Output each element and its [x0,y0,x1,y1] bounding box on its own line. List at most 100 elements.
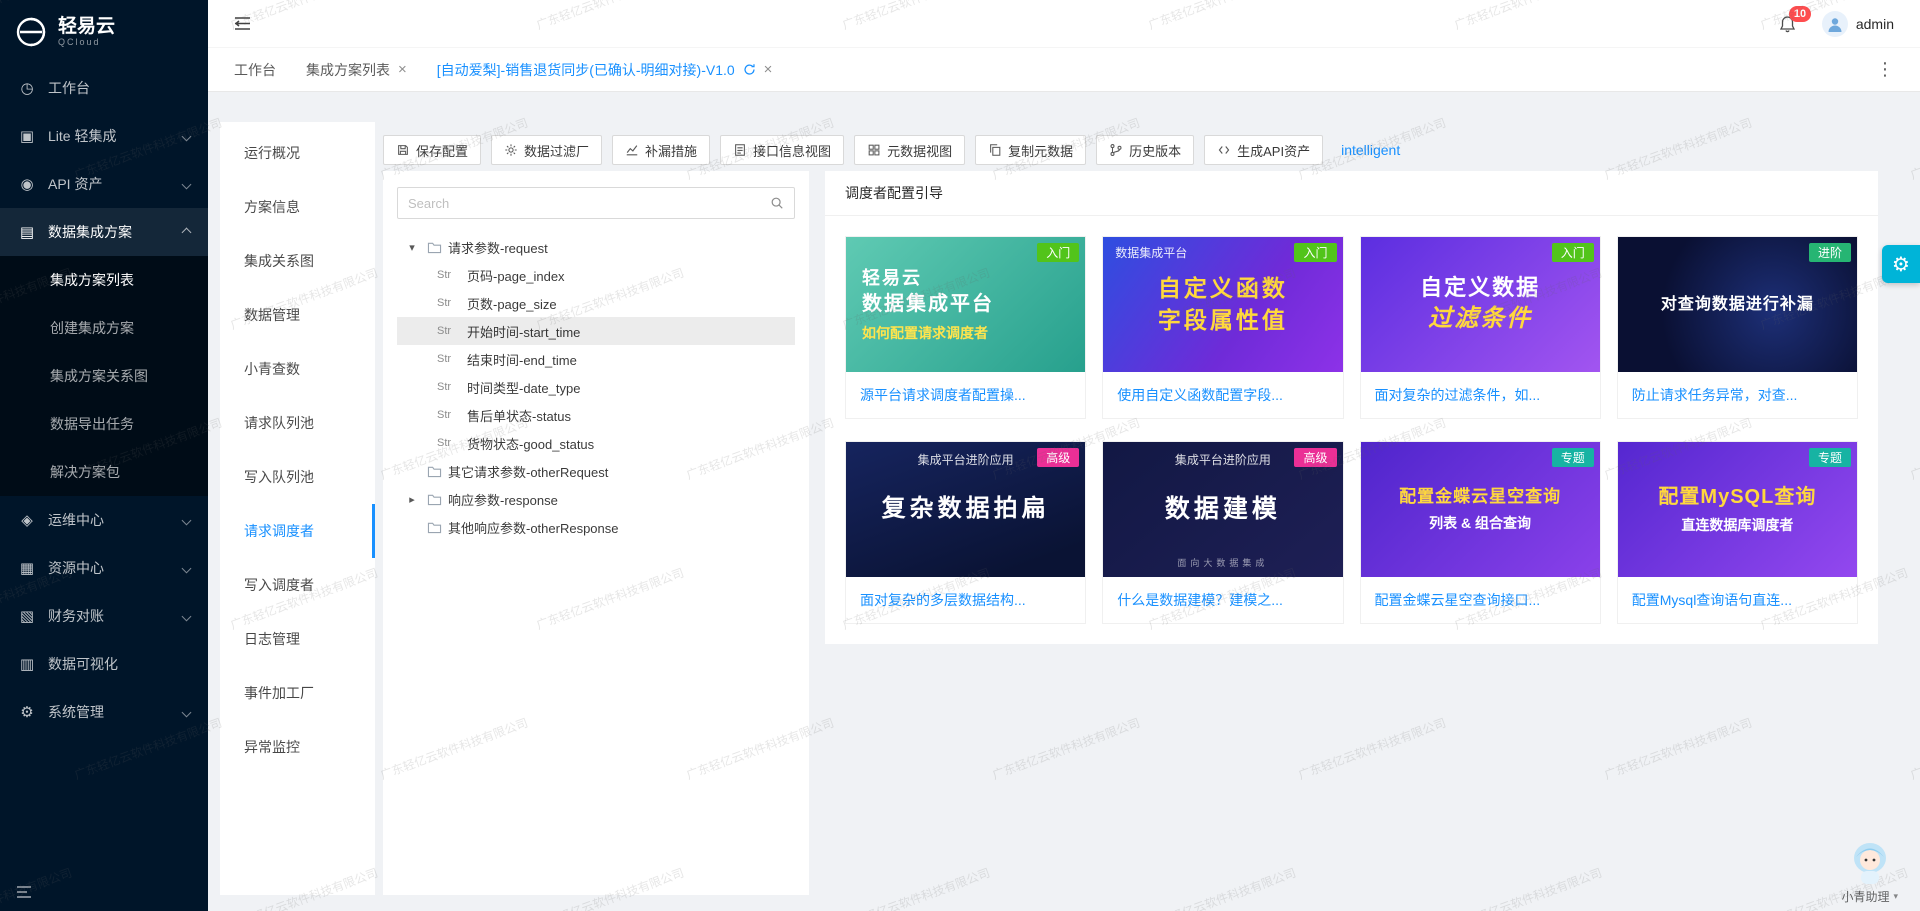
resource-icon: ▦ [18,559,36,577]
toolbar: 保存配置 数据过滤厂 补漏措施 接口信息视图 [383,135,1878,165]
brand-logo-area[interactable]: 轻易云 QCloud [0,0,208,64]
subnav-item-exception-monitor[interactable]: 异常监控 [220,720,375,774]
guide-card[interactable]: 高级 集成平台进阶应用 复杂数据拍扁 面对复杂的多层数据结构... [845,441,1086,624]
tab-scheme-list[interactable]: 集成方案列表 × [306,60,407,80]
subnav-item-event-factory[interactable]: 事件加工厂 [220,666,375,720]
subnav-item-request-queue[interactable]: 请求队列池 [220,396,375,450]
tab-current-scheme[interactable]: [自动爱梨]-销售退货同步(已确认-明细对接)-V1.0 × [437,60,773,80]
subnav-item-request-scheduler[interactable]: 请求调度者 [220,504,375,558]
guide-card[interactable]: 进阶 对查询数据进行补漏 防止请求任务异常，对查... [1617,236,1858,419]
interface-info-view-button[interactable]: 接口信息视图 [720,135,844,165]
sidebar-item-label: Lite 轻集成 [48,126,116,146]
api-icon: ◉ [18,175,36,193]
card-title-link[interactable]: 源平台请求调度者配置操... [846,372,1085,418]
tree-node-end-time[interactable]: Str 结束时间-end_time [397,345,795,373]
card-title-link[interactable]: 什么是数据建模？建模之... [1103,577,1342,623]
close-icon[interactable]: × [398,62,407,77]
guide-card[interactable]: 专题 配置MySQL查询 直连数据库调度者 配置Mysql查询语句直连... [1617,441,1858,624]
sidebar-subitem-solution-pack[interactable]: 解决方案包 [0,448,208,496]
tree-node-request-params[interactable]: ▾ 请求参数-request [397,233,795,261]
card-title-link[interactable]: 配置Mysql查询语句直连... [1618,577,1857,623]
sidebar-subitem-data-export-task[interactable]: 数据导出任务 [0,400,208,448]
refresh-icon[interactable] [743,63,756,76]
workspace: 保存配置 数据过滤厂 补漏措施 接口信息视图 [383,122,1878,895]
guide-card[interactable]: 专题 配置金蝶云星空查询 列表 & 组合查询 配置金蝶云星空查询接口... [1360,441,1601,624]
tree-node-label: 页数-page_size [467,294,557,313]
sidebar-item-resource-center[interactable]: ▦ 资源中心 [0,544,208,592]
more-menu-icon[interactable]: ⋮ [1876,59,1894,80]
sidebar-item-system-management[interactable]: ⚙ 系统管理 [0,688,208,736]
leak-fix-button[interactable]: 补漏措施 [612,135,710,165]
sidebar-item-label: 运维中心 [48,510,104,530]
tree-expand-icon[interactable]: ▾ [403,241,421,254]
subnav-item-write-scheduler[interactable]: 写入调度者 [220,558,375,612]
subnav-label: 日志管理 [244,629,300,649]
subnav-item-data-management[interactable]: 数据管理 [220,288,375,342]
history-version-button[interactable]: 历史版本 [1096,135,1194,165]
tree-node-page-size[interactable]: Str 页数-page_size [397,289,795,317]
tree-node-other-response[interactable]: 其他响应参数-otherResponse [397,513,795,541]
metadata-view-button[interactable]: 元数据视图 [854,135,965,165]
subnav-item-log-management[interactable]: 日志管理 [220,612,375,666]
card-title-link[interactable]: 面对复杂的多层数据结构... [846,577,1085,623]
sidebar-item-data-integration[interactable]: ▤ 数据集成方案 [0,208,208,256]
card-title-link[interactable]: 面对复杂的过滤条件，如... [1361,372,1600,418]
sidebar-subitem-scheme-list[interactable]: 集成方案列表 [0,256,208,304]
sidebar-subitem-scheme-relation-graph[interactable]: 集成方案关系图 [0,352,208,400]
data-filter-button[interactable]: 数据过滤厂 [491,135,602,165]
close-icon[interactable]: × [764,62,773,77]
thumb-text: 自定义数据 [1420,273,1540,303]
assistant-widget[interactable]: 小青助理 ▾ [1841,838,1898,905]
chevron-down-icon[interactable]: ▾ [1893,891,1898,902]
sidebar-collapse-icon[interactable] [16,885,32,899]
user-menu[interactable]: admin [1822,11,1894,37]
guide-card[interactable]: 入门 数据集成平台 自定义函数 字段属性值 使用自定义函数配置字段... [1102,236,1343,419]
sidebar-item-data-visualization[interactable]: ▥ 数据可视化 [0,640,208,688]
guide-card[interactable]: 高级 集成平台进阶应用 数据建模 面向大数据集成 什么是数据建模？建模之... [1102,441,1343,624]
sidebar-item-workbench[interactable]: ◷ 工作台 [0,64,208,112]
tree-node-good-status[interactable]: Str 货物状态-good_status [397,429,795,457]
subnav-item-overview[interactable]: 运行概况 [220,126,375,180]
type-tag: Str [437,381,461,393]
sidebar-subitem-create-scheme[interactable]: 创建集成方案 [0,304,208,352]
guide-card[interactable]: 入门 自定义数据 过滤条件 面对复杂的过滤条件，如... [1360,236,1601,419]
search-icon[interactable] [760,196,794,210]
settings-fab-gear-icon[interactable]: ⚙ [1882,245,1920,283]
card-title-link[interactable]: 防止请求任务异常，对查... [1618,372,1857,418]
sidebar-item-lite-integration[interactable]: ▣ Lite 轻集成 [0,112,208,160]
save-config-button[interactable]: 保存配置 [383,135,481,165]
tree-node-start-time[interactable]: Str 开始时间-start_time [397,317,795,345]
menu-fold-icon[interactable] [234,16,251,31]
tree-node-page-index[interactable]: Str 页码-page_index [397,261,795,289]
tree-collapse-icon[interactable]: ▸ [403,493,421,506]
chevron-up-icon [182,227,192,237]
thumb-text: 集成平台进阶应用 [918,452,1014,468]
tree-node-date-type[interactable]: Str 时间类型-date_type [397,373,795,401]
level-badge: 入门 [1294,243,1336,262]
subnav-item-write-queue[interactable]: 写入队列池 [220,450,375,504]
notification-bell-icon[interactable]: 10 [1779,15,1796,33]
subnav-item-xiaoqing-query[interactable]: 小青查数 [220,342,375,396]
guide-card-grid: 入门 轻易云 数据集成平台 如何配置请求调度者 源平台请求调度者配置操... 入… [825,216,1878,644]
guide-card[interactable]: 入门 轻易云 数据集成平台 如何配置请求调度者 源平台请求调度者配置操... [845,236,1086,419]
sidebar-item-label: 工作台 [48,78,90,98]
sidebar-item-ops-center[interactable]: ◈ 运维中心 [0,496,208,544]
card-title-link[interactable]: 配置金蝶云星空查询接口... [1361,577,1600,623]
subnav-item-relation-graph[interactable]: 集成关系图 [220,234,375,288]
assistant-avatar[interactable] [1847,838,1893,888]
copy-metadata-button[interactable]: 复制元数据 [975,135,1086,165]
intelligent-link[interactable]: intelligent [1341,142,1400,158]
filter-gear-icon [504,143,518,157]
tree-node-status[interactable]: Str 售后单状态-status [397,401,795,429]
tree-node-response[interactable]: ▸ 响应参数-response [397,485,795,513]
sidebar-item-api-assets[interactable]: ◉ API 资产 [0,160,208,208]
sidebar-item-finance-reconciliation[interactable]: ▧ 财务对账 [0,592,208,640]
button-label: 补漏措施 [645,141,697,160]
card-title-link[interactable]: 使用自定义函数配置字段... [1103,372,1342,418]
subnav-item-scheme-info[interactable]: 方案信息 [220,180,375,234]
tree-node-other-request[interactable]: 其它请求参数-otherRequest [397,457,795,485]
tab-workbench[interactable]: 工作台 [234,60,276,80]
search-input[interactable] [398,196,760,211]
generate-api-asset-button[interactable]: 生成API资产 [1204,135,1323,165]
avatar [1822,11,1848,37]
